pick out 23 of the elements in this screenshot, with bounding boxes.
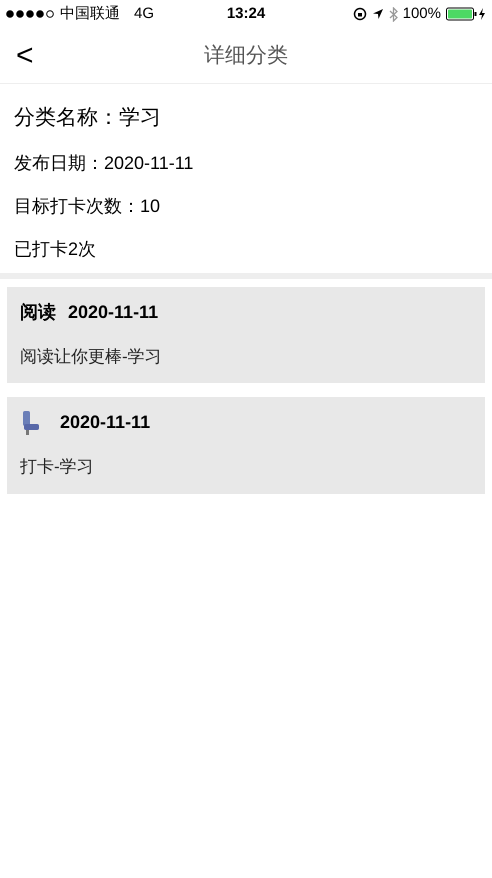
back-button[interactable]: < <box>16 40 34 70</box>
record-title: 阅读 <box>20 300 56 324</box>
seat-icon <box>20 410 42 436</box>
record-description: 阅读让你更棒-学习 <box>20 346 163 368</box>
record-date: 2020-11-11 <box>60 411 150 434</box>
record-card[interactable]: 2020-11-11 打卡-学习 <box>7 397 485 494</box>
category-name: 分类名称：学习 <box>14 105 162 131</box>
record-date: 2020-11-11 <box>68 300 158 324</box>
bluetooth-icon <box>388 6 398 22</box>
status-time: 13:24 <box>226 4 266 24</box>
battery-charging-icon <box>446 7 486 21</box>
done-count: 已打卡2次 <box>14 238 98 260</box>
signal-icon <box>6 10 56 18</box>
carrier-name: 中国联通 <box>60 4 120 24</box>
record-description: 打卡-学习 <box>20 456 95 478</box>
record-card[interactable]: 阅读 2020-11-11 阅读让你更棒-学习 <box>7 286 485 383</box>
page-title: 详细分类 <box>204 42 288 69</box>
location-icon <box>372 8 384 20</box>
network-type: 4G <box>134 4 154 24</box>
battery-percent: 100% <box>402 4 441 24</box>
publish-date: 发布日期：2020-11-11 <box>14 152 194 174</box>
rotation-lock-icon <box>352 7 367 21</box>
target-count: 目标打卡次数：10 <box>14 194 162 218</box>
